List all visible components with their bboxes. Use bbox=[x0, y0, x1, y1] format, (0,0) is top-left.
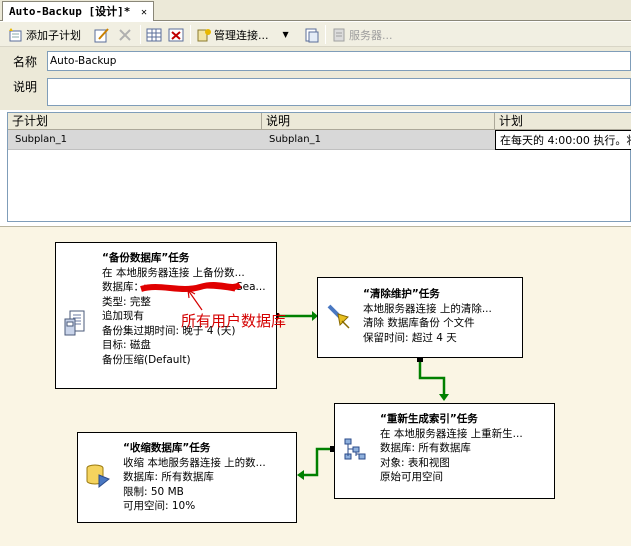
toolbar-separator bbox=[325, 25, 326, 44]
toolbar-separator bbox=[190, 25, 191, 44]
delete-schedule-button[interactable] bbox=[168, 25, 186, 44]
column-header-schedule[interactable]: 计划 bbox=[495, 113, 631, 130]
name-label: 名称 bbox=[13, 55, 38, 69]
task-title: “收缩数据库”任务 bbox=[123, 442, 211, 454]
task-line: 数据库: 所有数据库 bbox=[380, 442, 471, 454]
task-shrink-database[interactable]: “收缩数据库”任务 收缩 本地服务器连接 上的数... 数据库: 所有数据库 限… bbox=[77, 432, 297, 523]
edit-icon bbox=[94, 27, 110, 43]
subplans-table: 子计划 说明 计划 Subplan_1 Subplan_1 在每天的 4:00:… bbox=[7, 112, 631, 222]
task-line: 备份压缩(Default) bbox=[102, 353, 191, 366]
task-line: 清除 数据库备份 个文件 bbox=[363, 317, 475, 329]
task-line: 在 本地服务器连接 上备份数... bbox=[102, 266, 245, 279]
cell-subplan[interactable]: Subplan_1 bbox=[8, 130, 262, 150]
shrink-database-task-icon bbox=[85, 463, 111, 494]
backup-task-icon bbox=[64, 310, 88, 343]
description-label: 说明 bbox=[13, 80, 38, 94]
task-line: 限制: 50 MB bbox=[123, 485, 184, 498]
task-line: 可用空间: 10% bbox=[123, 500, 196, 512]
cell-description[interactable]: Subplan_1 bbox=[262, 130, 495, 150]
cleanup-task-icon bbox=[326, 303, 352, 334]
delete-icon bbox=[117, 27, 133, 43]
task-line: 对象: 表和视图 bbox=[380, 456, 450, 469]
column-header-subplan[interactable]: 子计划 bbox=[8, 113, 262, 130]
task-line: 原始可用空间 bbox=[380, 471, 443, 483]
rebuild-index-task-icon bbox=[343, 437, 367, 466]
document-tab-strip: Auto-Backup [设计]* ✕ bbox=[0, 0, 631, 21]
task-line: 在 本地服务器连接 上重新生... bbox=[380, 427, 523, 440]
task-title: “重新生成索引”任务 bbox=[380, 413, 478, 425]
description-field[interactable] bbox=[47, 78, 631, 106]
servers-label: 服务器... bbox=[349, 28, 393, 42]
task-line: 本地服务器连接 上的清除... bbox=[363, 302, 492, 315]
name-field[interactable]: Auto-Backup bbox=[47, 51, 631, 71]
task-title: “备份数据库”任务 bbox=[102, 252, 190, 264]
server-icon bbox=[331, 27, 347, 43]
annotation-label: 所有用户数据库 bbox=[181, 312, 287, 330]
task-line: 目标: 磁盘 bbox=[102, 339, 151, 351]
schedule-grid-button[interactable] bbox=[146, 25, 164, 44]
report-options-button[interactable] bbox=[304, 25, 322, 44]
task-line: 收缩 本地服务器连接 上的数... bbox=[123, 456, 266, 469]
add-subplan-label: 添加子计划 bbox=[26, 28, 81, 42]
close-icon[interactable]: ✕ bbox=[141, 3, 147, 22]
delete-button[interactable] bbox=[117, 25, 135, 44]
task-line: 数据库: 所有数据库 bbox=[123, 471, 214, 483]
add-subplan-icon bbox=[8, 27, 24, 43]
column-header-description[interactable]: 说明 bbox=[262, 113, 495, 130]
toolbar-separator bbox=[140, 25, 141, 44]
grid-icon bbox=[146, 27, 162, 43]
task-line: 数据库： bbox=[102, 281, 144, 293]
report-icon bbox=[304, 27, 320, 43]
task-rebuild-index[interactable]: “重新生成索引”任务 在 本地服务器连接 上重新生... 数据库: 所有数据库 … bbox=[334, 403, 555, 499]
manage-connections-button[interactable]: 管理连接... ▼ bbox=[196, 25, 289, 44]
manage-connections-label: 管理连接... bbox=[214, 28, 269, 42]
chevron-down-icon[interactable]: ▼ bbox=[283, 30, 289, 39]
document-tab-title: Auto-Backup [设计]* bbox=[9, 5, 131, 18]
task-title: “清除维护”任务 bbox=[363, 288, 440, 300]
delete-schedule-icon bbox=[168, 27, 184, 43]
designer-toolbar: 添加子计划 管理连接... ▼ 服务器... bbox=[0, 22, 631, 47]
name-value: Auto-Backup bbox=[50, 55, 117, 67]
cell-schedule[interactable]: 在每天的 4:00:00 执行。将 bbox=[495, 130, 631, 150]
task-maintenance-cleanup[interactable]: “清除维护”任务 本地服务器连接 上的清除... 清除 数据库备份 个文件 保留… bbox=[317, 277, 523, 358]
plan-properties: 名称 Auto-Backup 说明 bbox=[0, 47, 631, 110]
servers-button[interactable]: 服务器... bbox=[331, 25, 393, 44]
task-line: 保留时间: 超过 4 天 bbox=[363, 331, 457, 344]
document-tab[interactable]: Auto-Backup [设计]* ✕ bbox=[2, 1, 154, 21]
add-subplan-button[interactable]: 添加子计划 bbox=[8, 25, 81, 44]
edit-properties-button[interactable] bbox=[94, 25, 112, 44]
connection-icon bbox=[196, 27, 212, 43]
